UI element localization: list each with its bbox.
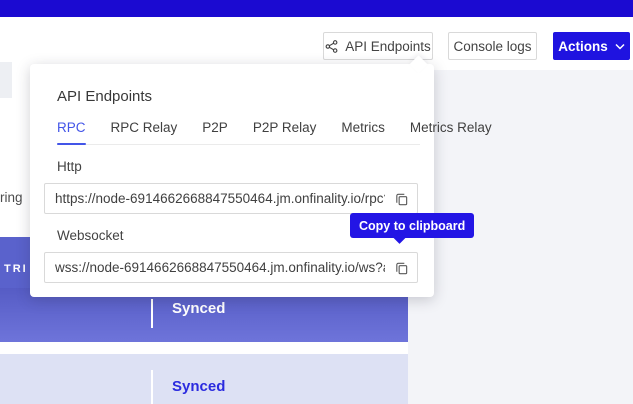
tab-rpc[interactable]: RPC — [57, 120, 86, 144]
copy-icon — [394, 192, 409, 207]
tab-p2p[interactable]: P2P — [202, 120, 228, 144]
http-field — [44, 183, 418, 214]
background-gray-block — [0, 62, 12, 98]
tab-metrics-relay[interactable]: Metrics Relay — [410, 120, 492, 144]
copy-tooltip: Copy to clipboard — [350, 213, 474, 238]
row-column-divider — [151, 299, 153, 328]
status-badge: Synced — [172, 300, 225, 317]
http-copy-button[interactable] — [390, 188, 412, 210]
actions-button[interactable]: Actions — [553, 32, 630, 60]
websocket-endpoint-input[interactable] — [44, 252, 418, 283]
copy-icon — [394, 261, 409, 276]
endpoint-tabs: RPC RPC Relay P2P P2P Relay Metrics Metr… — [57, 120, 420, 145]
status-link[interactable]: Synced — [172, 378, 225, 395]
tab-metrics[interactable]: Metrics — [341, 120, 385, 144]
api-endpoints-popover: API Endpoints RPC RPC Relay P2P P2P Rela… — [30, 64, 434, 297]
tab-p2p-relay[interactable]: P2P Relay — [253, 120, 317, 144]
share-icon — [325, 40, 338, 53]
http-endpoint-input[interactable] — [44, 183, 418, 214]
api-endpoints-button-label: API Endpoints — [345, 39, 431, 54]
console-logs-button[interactable]: Console logs — [448, 32, 537, 60]
websocket-copy-button[interactable] — [390, 257, 412, 279]
top-navigation-bar — [0, 0, 633, 17]
websocket-field — [44, 252, 418, 283]
copy-tooltip-label: Copy to clipboard — [359, 219, 465, 233]
tab-rpc-relay[interactable]: RPC Relay — [111, 120, 178, 144]
chevron-down-icon — [615, 43, 625, 50]
background-text-fragment: ring — [0, 190, 23, 205]
popover-title: API Endpoints — [57, 88, 412, 105]
actions-button-label: Actions — [558, 39, 608, 54]
http-field-label: Http — [57, 159, 412, 174]
console-logs-button-label: Console logs — [453, 39, 531, 54]
table-row[interactable]: Synced — [0, 354, 408, 404]
page-header: API Endpoints Console logs Actions — [0, 17, 633, 70]
table-header-fragment: TRI — [4, 263, 28, 275]
row-column-divider — [151, 370, 153, 404]
